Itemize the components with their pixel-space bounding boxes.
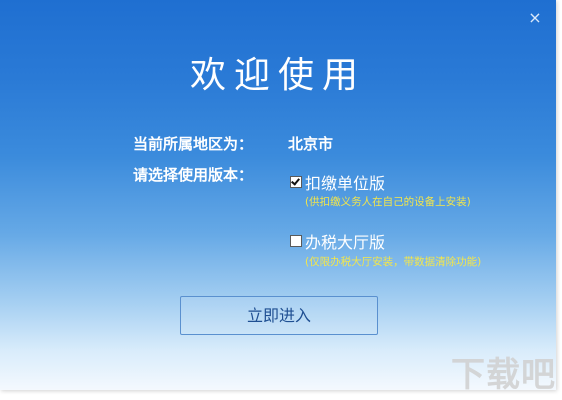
close-icon[interactable]: × bbox=[526, 9, 544, 27]
checkbox-tax-hall[interactable] bbox=[290, 235, 302, 247]
watermark-logo: 下载吧 bbox=[451, 355, 556, 395]
option-tax-hall-hint: (仅限办税大厅安装，带数据清除功能) bbox=[305, 256, 482, 268]
version-label: 请选择使用版本： bbox=[133, 166, 254, 184]
option-tax-hall[interactable]: 办税大厅版 bbox=[290, 229, 385, 253]
option-withholding-unit-label: 扣缴单位版 bbox=[305, 174, 386, 193]
region-value: 北京市 bbox=[288, 135, 334, 153]
region-label: 当前所属地区为： bbox=[133, 135, 254, 153]
enter-button[interactable]: 立即进入 bbox=[180, 296, 378, 335]
option-tax-hall-label: 办税大厅版 bbox=[305, 233, 386, 252]
checkbox-withholding-unit[interactable] bbox=[290, 176, 302, 188]
option-withholding-unit-hint: (供扣缴义务人在自己的设备上安装) bbox=[305, 196, 471, 208]
option-withholding-unit[interactable]: 扣缴单位版 bbox=[290, 170, 385, 194]
dialog-title: 欢迎使用 bbox=[189, 55, 366, 96]
welcome-dialog: × 欢迎使用 当前所属地区为： 北京市 请选择使用版本： 扣缴单位版 (供扣缴义… bbox=[0, 0, 556, 390]
